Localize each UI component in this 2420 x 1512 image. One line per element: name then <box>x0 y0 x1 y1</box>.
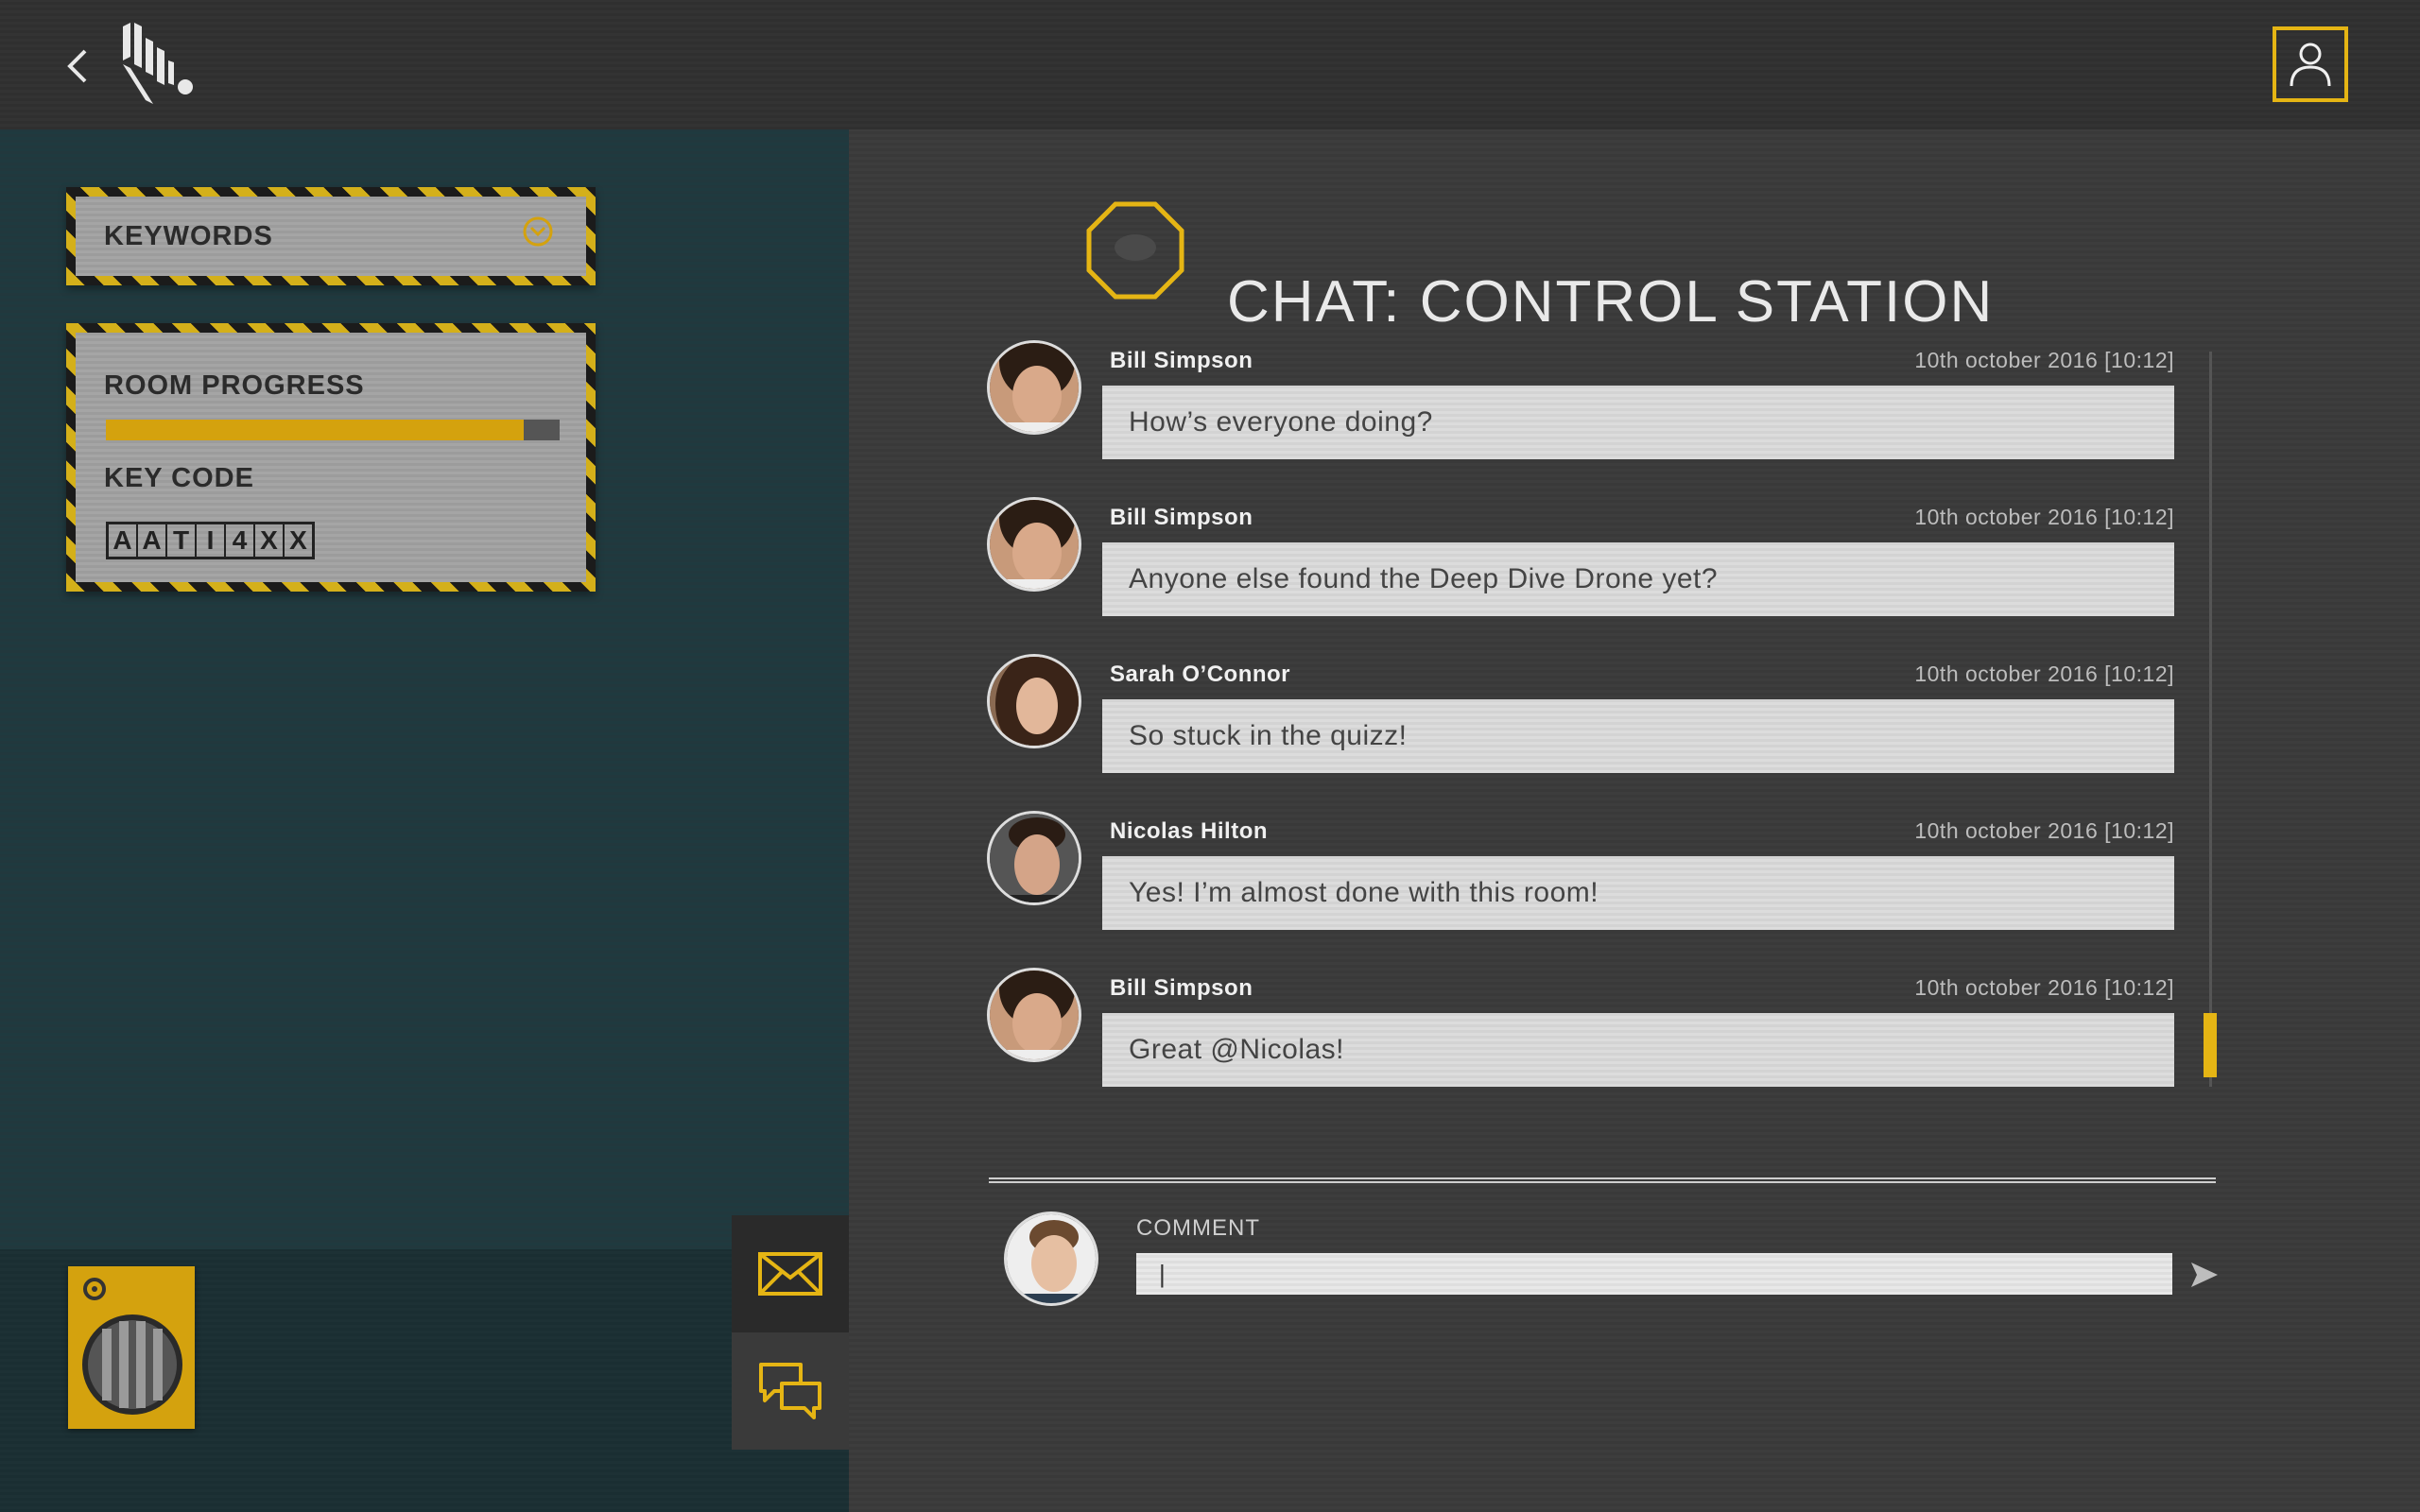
chat-title: CHAT: CONTROL STATION <box>1227 268 1995 335</box>
room-progress-label: ROOM PROGRESS <box>104 370 365 401</box>
comment-divider <box>989 1177 2216 1183</box>
room-status-panel: ROOM PROGRESS KEY CODE A A T I 4 X X <box>66 323 596 592</box>
envelope-icon <box>758 1252 822 1296</box>
chat-message: Sarah O’Connor 10th october 2016 [10:12]… <box>987 654 2174 791</box>
room-status-body: ROOM PROGRESS KEY CODE A A T I 4 X X <box>76 333 586 582</box>
chevron-left-icon <box>67 49 87 83</box>
comment-label: COMMENT <box>1136 1215 1260 1241</box>
current-user-avatar <box>1004 1211 1098 1306</box>
key-code-char: 4 <box>226 524 255 557</box>
avatar <box>987 968 1081 1062</box>
zebra-logo-icon <box>115 19 200 109</box>
back-button[interactable] <box>59 38 96 94</box>
room-progress-fill <box>106 420 524 440</box>
message-timestamp: 10th october 2016 [10:12] <box>1914 348 2174 372</box>
message-text: How’s everyone doing? <box>1102 386 2174 459</box>
control-station-icon <box>1083 198 1187 302</box>
key-code-char: A <box>109 524 138 557</box>
chat-scrollbar-thumb[interactable] <box>2204 1013 2217 1077</box>
keywords-dropdown-body: KEYWORDS <box>76 197 586 276</box>
key-code-char: T <box>167 524 197 557</box>
chat-message: Bill Simpson 10th october 2016 [10:12] A… <box>987 497 2174 634</box>
message-timestamp: 10th october 2016 [10:12] <box>1914 975 2174 1000</box>
message-author: Bill Simpson <box>1110 975 1253 1001</box>
message-text: Great @Nicolas! <box>1102 1013 2174 1087</box>
message-author: Bill Simpson <box>1110 505 1253 530</box>
key-code-char: A <box>138 524 167 557</box>
user-icon <box>2290 43 2331 87</box>
chevron-down-icon[interactable] <box>522 215 554 248</box>
send-button[interactable] <box>2189 1261 2220 1289</box>
key-code-char: X <box>255 524 285 557</box>
avatar <box>987 340 1081 435</box>
comment-input[interactable] <box>1136 1253 2172 1295</box>
message-timestamp: 10th october 2016 [10:12] <box>1914 662 2174 686</box>
message-text: Anyone else found the Deep Dive Drone ye… <box>1102 542 2174 616</box>
message-text: Yes! I’m almost done with this room! <box>1102 856 2174 930</box>
chat-bubbles-icon <box>759 1363 821 1419</box>
chat-message: Bill Simpson 10th october 2016 [10:12] H… <box>987 340 2174 477</box>
message-timestamp: 10th october 2016 [10:12] <box>1914 505 2174 529</box>
message-author: Sarah O’Connor <box>1110 662 1291 687</box>
message-author: Bill Simpson <box>1110 348 1253 373</box>
chat-tab-button[interactable] <box>732 1332 849 1450</box>
key-code-char: X <box>289 525 307 555</box>
radio-device-icon <box>82 1278 182 1415</box>
key-code-label: KEY CODE <box>104 463 254 493</box>
chat-scrollbar[interactable] <box>2209 352 2212 1087</box>
message-text: So stuck in the quizz! <box>1102 699 2174 773</box>
avatar <box>987 811 1081 905</box>
keywords-dropdown[interactable]: KEYWORDS <box>66 187 596 285</box>
message-author: Nicolas Hilton <box>1110 818 1269 844</box>
key-code-char: I <box>197 524 226 557</box>
top-bar <box>0 0 2420 129</box>
chat-message: Bill Simpson 10th october 2016 [10:12] G… <box>987 968 2174 1105</box>
message-timestamp: 10th october 2016 [10:12] <box>1914 818 2174 843</box>
room-progress-bar <box>106 420 560 440</box>
avatar <box>987 654 1081 748</box>
radio-device[interactable] <box>68 1266 195 1429</box>
profile-button[interactable] <box>2273 26 2348 102</box>
keywords-label: KEYWORDS <box>104 221 273 251</box>
chat-message: Nicolas Hilton 10th october 2016 [10:12]… <box>987 811 2174 948</box>
send-icon <box>2191 1263 2218 1287</box>
avatar <box>987 497 1081 592</box>
messages-tab-button[interactable] <box>732 1215 849 1332</box>
key-code-display: A A T I 4 X X <box>106 522 315 559</box>
